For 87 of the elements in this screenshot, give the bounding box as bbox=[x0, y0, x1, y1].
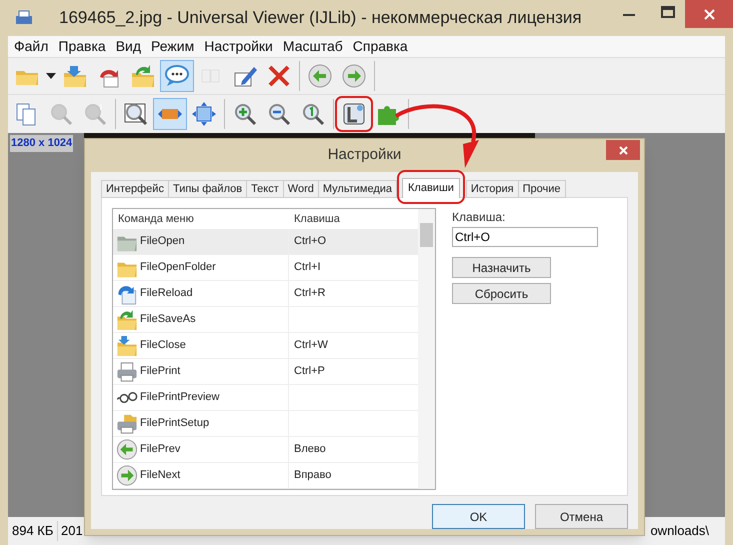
menu-item[interactable]: Файл bbox=[14, 36, 48, 57]
tab[interactable]: Интерфейс bbox=[101, 180, 169, 198]
command-name: FilePrint bbox=[140, 364, 180, 380]
status-text: 201 bbox=[60, 522, 82, 540]
close-icon bbox=[618, 146, 628, 154]
folder-arrow-icon bbox=[116, 334, 138, 356]
zoom-in-icon bbox=[232, 101, 258, 127]
shortcut-key: Влево bbox=[289, 441, 326, 458]
table-row[interactable]: FileClose Ctrl+W bbox=[113, 333, 418, 359]
tab[interactable]: Прочие bbox=[518, 180, 566, 198]
tab[interactable]: История bbox=[466, 180, 519, 198]
status-text: ownloads\ bbox=[650, 522, 710, 540]
table-row[interactable]: FilePrintSetup bbox=[113, 411, 418, 437]
tab[interactable]: Клавиши bbox=[402, 178, 460, 198]
menu-item[interactable]: Режим bbox=[151, 36, 194, 57]
tab[interactable]: Текст bbox=[246, 180, 284, 198]
shortcut-key: Ctrl+P bbox=[289, 363, 325, 380]
dialog-button[interactable]: Отмена bbox=[535, 504, 628, 529]
delete-icon bbox=[266, 63, 292, 89]
tab[interactable]: Типы файлов bbox=[168, 180, 248, 198]
dialog-title: Настройки bbox=[328, 145, 402, 166]
key-input-field[interactable]: Ctrl+O bbox=[452, 227, 598, 247]
close-button[interactable] bbox=[685, 0, 733, 28]
command-name: FileReload bbox=[140, 286, 193, 302]
command-name: FileSaveAs bbox=[140, 312, 196, 328]
table-row[interactable]: FilePrev Влево bbox=[113, 437, 418, 463]
table-row[interactable]: FileReload Ctrl+R bbox=[113, 281, 418, 307]
action-button[interactable]: Сбросить bbox=[452, 283, 551, 304]
column-header[interactable]: Команда меню bbox=[113, 210, 289, 228]
shortcut-key: Вправо bbox=[289, 467, 332, 484]
table-row[interactable]: FileOpenFolder Ctrl+I bbox=[113, 255, 418, 281]
menu-item[interactable]: Правка bbox=[58, 36, 106, 57]
menu-item[interactable]: Вид bbox=[116, 36, 142, 57]
close-icon bbox=[704, 8, 714, 20]
shortcut-key: Ctrl+R bbox=[289, 285, 326, 302]
table-row[interactable]: FileSaveAs bbox=[113, 307, 418, 333]
caret-icon bbox=[46, 73, 56, 79]
key-label: Клавиша: bbox=[452, 209, 506, 226]
window-title: 169465_2.jpg - Universal Viewer (IJLib) - некоммерческая лицензия bbox=[59, 7, 582, 30]
command-name: FileClose bbox=[140, 338, 186, 354]
arrow-left-icon bbox=[116, 438, 138, 460]
scrollbar-thumb[interactable] bbox=[420, 223, 433, 247]
command-name: FileOpen bbox=[140, 234, 185, 250]
command-name: FilePrev bbox=[140, 442, 180, 458]
table-row[interactable]: FileNext Вправо bbox=[113, 463, 418, 489]
fit-window-icon bbox=[191, 101, 217, 127]
menu-item[interactable]: Настройки bbox=[204, 36, 273, 57]
arrow-right-icon bbox=[116, 464, 138, 486]
folder-arrow-icon bbox=[62, 63, 88, 89]
close-button[interactable] bbox=[606, 140, 640, 160]
plugin-icon bbox=[341, 101, 367, 127]
search-icon bbox=[48, 101, 74, 127]
maximize-icon[interactable] bbox=[661, 6, 675, 18]
folder-arrow-icon bbox=[116, 308, 138, 330]
menu-item[interactable]: Справка bbox=[352, 36, 408, 57]
printer-icon bbox=[116, 412, 138, 434]
search-icon bbox=[82, 101, 108, 127]
scrollbar[interactable] bbox=[418, 209, 435, 489]
command-name: FilePrintPreview bbox=[140, 390, 220, 406]
zoom-actual-icon bbox=[300, 101, 326, 127]
dialog-button[interactable]: OK bbox=[432, 504, 525, 529]
arrow-left-icon bbox=[307, 63, 333, 89]
zoom-out-icon bbox=[266, 101, 292, 127]
folder-arrow-icon bbox=[130, 63, 156, 89]
command-name: FilePrintSetup bbox=[140, 416, 210, 432]
tab[interactable]: Мультимедиа bbox=[318, 180, 398, 198]
menu-item[interactable]: Масштаб bbox=[282, 36, 343, 57]
status-text: 894 КБ bbox=[8, 521, 58, 541]
shortcut-key: Ctrl+O bbox=[289, 233, 326, 250]
toolbar-button[interactable] bbox=[153, 98, 187, 130]
printer-icon bbox=[116, 360, 138, 382]
arrow-right-icon bbox=[341, 63, 367, 89]
table-row[interactable]: FileOpen Ctrl+O bbox=[113, 229, 418, 255]
printer-app-icon bbox=[14, 9, 34, 27]
speech-bubble-icon bbox=[164, 63, 190, 89]
shortcut-key: Ctrl+I bbox=[289, 259, 321, 276]
window-search-icon bbox=[123, 101, 149, 127]
table-row[interactable]: FilePrintPreview bbox=[113, 385, 418, 411]
toolbar-button[interactable] bbox=[160, 60, 194, 92]
tab[interactable]: Word bbox=[282, 180, 319, 198]
column-header[interactable]: Клавиша bbox=[289, 210, 340, 228]
shortcut-key: Ctrl+W bbox=[289, 337, 328, 354]
table-row[interactable]: FilePrint Ctrl+P bbox=[113, 359, 418, 385]
image-size-label: 1280 x 1024 bbox=[10, 135, 74, 152]
command-name: FileOpenFolder bbox=[140, 260, 216, 276]
command-name: FileNext bbox=[140, 468, 180, 484]
action-button[interactable]: Назначить bbox=[452, 257, 551, 278]
